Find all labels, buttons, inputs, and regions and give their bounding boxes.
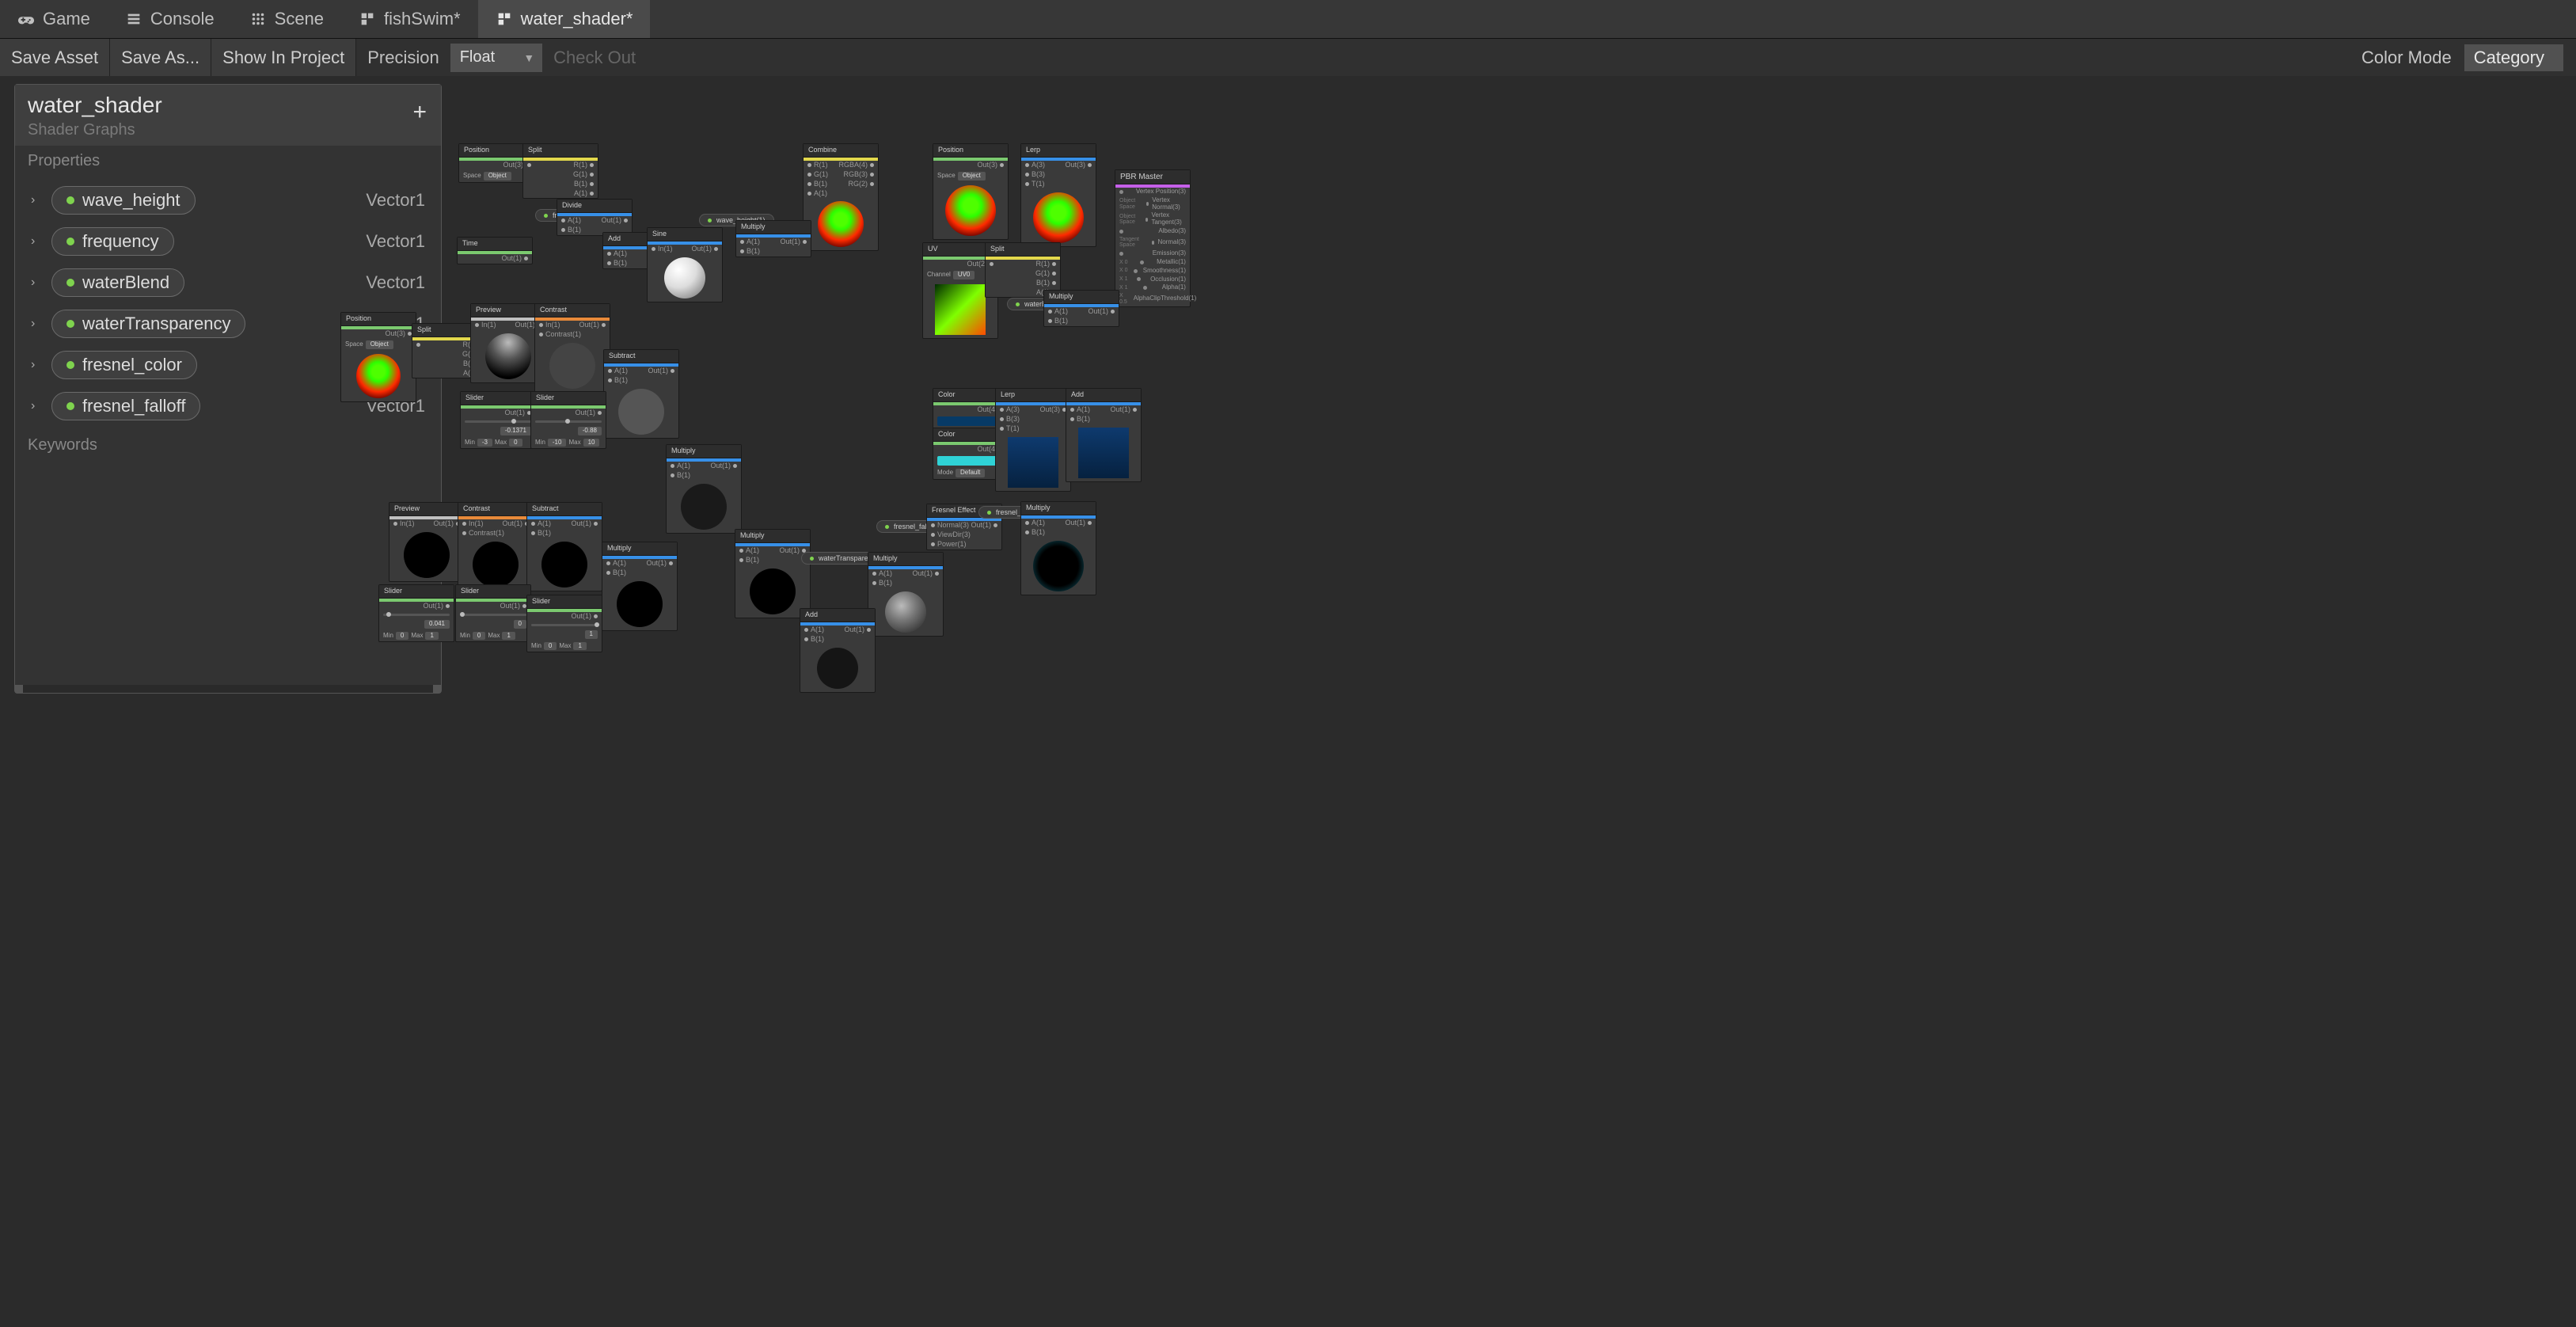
- precision-value: Float: [460, 48, 495, 67]
- property-pill[interactable]: waterTransparency: [51, 310, 245, 338]
- node-multiply-6[interactable]: Multiply A(1)Out(1) B(1): [868, 552, 944, 637]
- property-type: Vector1: [366, 272, 425, 293]
- node-multiply-5[interactable]: Multiply A(1)Out(1) B(1): [735, 529, 811, 618]
- node-multiply-4[interactable]: Multiply A(1)Out(1) B(1): [602, 542, 678, 631]
- node-time[interactable]: Time Out(1): [457, 237, 533, 264]
- slider-input[interactable]: [531, 624, 598, 626]
- toolbar: Save Asset Save As... Show In Project Pr…: [0, 38, 2576, 76]
- expand-icon[interactable]: ›: [31, 399, 42, 413]
- exposed-dot-icon: [66, 402, 74, 410]
- graph-canvas[interactable]: water_shader Shader Graphs + Properties …: [0, 76, 2576, 1327]
- exposed-dot-icon: [66, 279, 74, 287]
- blackboard-title: water_shader: [28, 93, 428, 118]
- property-pill[interactable]: fresnel_color: [51, 351, 197, 379]
- slider-input[interactable]: [383, 614, 450, 616]
- node-multiply-3[interactable]: Multiply A(1)Out(1) B(1): [666, 444, 742, 534]
- node-slider-1[interactable]: Slider Out(1) -0.1371 Min-3Max0: [460, 391, 536, 449]
- node-multiply-fresnel[interactable]: Multiply A(1)Out(1) B(1): [1020, 501, 1096, 595]
- node-divide[interactable]: Divide A(1)Out(1) B(1): [557, 199, 633, 236]
- node-lerp-1[interactable]: Lerp A(3)Out(3) B(3) T(1): [1020, 143, 1096, 247]
- node-add-2[interactable]: Add A(1)Out(1) B(1): [1066, 388, 1142, 482]
- chevron-down-icon: ▼: [523, 51, 534, 64]
- node-preview-2[interactable]: Preview In(1)Out(1): [389, 502, 465, 582]
- node-slider-5[interactable]: Slider Out(1) 1 Min0Max1: [526, 595, 602, 652]
- expand-icon[interactable]: ›: [31, 358, 42, 372]
- property-pill[interactable]: fresnel_falloff: [51, 392, 200, 420]
- properties-section-label: Properties: [15, 146, 441, 177]
- node-subtract-2[interactable]: Subtract A(1)Out(1) B(1): [526, 502, 602, 591]
- check-out-button[interactable]: Check Out: [542, 39, 647, 76]
- precision-label: Precision: [356, 48, 450, 68]
- exposed-dot-icon: [66, 320, 74, 328]
- tab-label: Game: [43, 9, 90, 29]
- property-type: Vector1: [366, 190, 425, 211]
- node-multiply-1[interactable]: Multiply A(1)Out(1) B(1): [735, 220, 811, 257]
- blackboard-add-button[interactable]: +: [412, 99, 427, 126]
- node-position-2[interactable]: Position Out(3) SpaceObject: [933, 143, 1009, 240]
- save-as-button[interactable]: Save As...: [110, 39, 211, 76]
- property-pill[interactable]: wave_height: [51, 186, 196, 215]
- tab-bar: Game Console Scene fishSwim* water_shade…: [0, 0, 2576, 38]
- property-row[interactable]: › waterBlend Vector1: [23, 262, 433, 303]
- node-sine[interactable]: Sine In(1)Out(1): [647, 227, 723, 302]
- exposed-dot-icon: [66, 196, 74, 204]
- slider-input[interactable]: [460, 614, 526, 616]
- node-slider-2[interactable]: Slider Out(1) -0.88 Min-10Max10: [530, 391, 606, 449]
- node-position-3[interactable]: Position Out(3) SpaceObject: [340, 312, 416, 402]
- color-mode-label: Color Mode: [2361, 48, 2452, 68]
- property-row[interactable]: › wave_height Vector1: [23, 180, 433, 221]
- save-asset-button[interactable]: Save Asset: [0, 39, 110, 76]
- color-mode-select[interactable]: Category: [2464, 44, 2563, 71]
- exposed-dot-icon: [66, 361, 74, 369]
- node-multiply-2[interactable]: Multiply A(1)Out(1) B(1): [1043, 290, 1119, 327]
- node-add-3[interactable]: Add A(1)Out(1) B(1): [800, 608, 876, 693]
- show-in-project-button[interactable]: Show In Project: [211, 39, 356, 76]
- slider-input[interactable]: [535, 420, 602, 423]
- keywords-section-label: Keywords: [15, 430, 441, 461]
- tab-label: water_shader*: [521, 9, 633, 29]
- property-row[interactable]: › frequency Vector1: [23, 221, 433, 262]
- tab-watershader[interactable]: water_shader*: [478, 0, 651, 38]
- node-subtract-1[interactable]: Subtract A(1)Out(1) B(1): [603, 349, 679, 439]
- node-slider-4[interactable]: Slider Out(1) 0 Min0Max1: [455, 584, 531, 642]
- property-type: Vector1: [366, 231, 425, 252]
- node-contrast-1[interactable]: Contrast In(1)Out(1) Contrast(1): [534, 303, 610, 393]
- node-contrast-2[interactable]: Contrast In(1)Out(1) Contrast(1): [458, 502, 534, 591]
- tab-scene[interactable]: Scene: [232, 0, 341, 38]
- shadergraph-icon: [496, 10, 513, 28]
- expand-icon[interactable]: ›: [31, 317, 42, 331]
- expand-icon[interactable]: ›: [31, 193, 42, 207]
- grid-icon: [249, 10, 267, 28]
- blackboard-header: water_shader Shader Graphs +: [15, 85, 441, 146]
- blackboard-scrollbar[interactable]: [15, 685, 441, 693]
- node-combine[interactable]: Combine R(1)RGBA(4) G(1)RGB(3) B(1)RG(2)…: [803, 143, 879, 251]
- precision-select[interactable]: Float ▼: [450, 44, 542, 72]
- gamepad-icon: [17, 10, 35, 28]
- node-split[interactable]: Split R(1) G(1) B(1) A(1): [522, 143, 598, 199]
- list-icon: [125, 10, 142, 28]
- tab-fishswim[interactable]: fishSwim*: [341, 0, 478, 38]
- tab-label: fishSwim*: [384, 9, 461, 29]
- shadergraph-icon: [359, 10, 376, 28]
- expand-icon[interactable]: ›: [31, 234, 42, 249]
- node-pbr-master[interactable]: PBR Master Vertex Position(3) Object Spa…: [1115, 169, 1191, 307]
- tab-label: Scene: [275, 9, 324, 29]
- slider-input[interactable]: [465, 420, 531, 423]
- property-pill[interactable]: frequency: [51, 227, 174, 256]
- tab-label: Console: [150, 9, 215, 29]
- node-lerp-2[interactable]: Lerp A(3)Out(3) B(3) T(1): [995, 388, 1071, 492]
- expand-icon[interactable]: ›: [31, 276, 42, 290]
- blackboard-subtitle: Shader Graphs: [28, 121, 428, 139]
- tab-console[interactable]: Console: [108, 0, 232, 38]
- exposed-dot-icon: [66, 238, 74, 245]
- tab-game[interactable]: Game: [0, 0, 108, 38]
- property-pill[interactable]: waterBlend: [51, 268, 184, 297]
- node-slider-3[interactable]: Slider Out(1) 0.041 Min0Max1: [378, 584, 454, 642]
